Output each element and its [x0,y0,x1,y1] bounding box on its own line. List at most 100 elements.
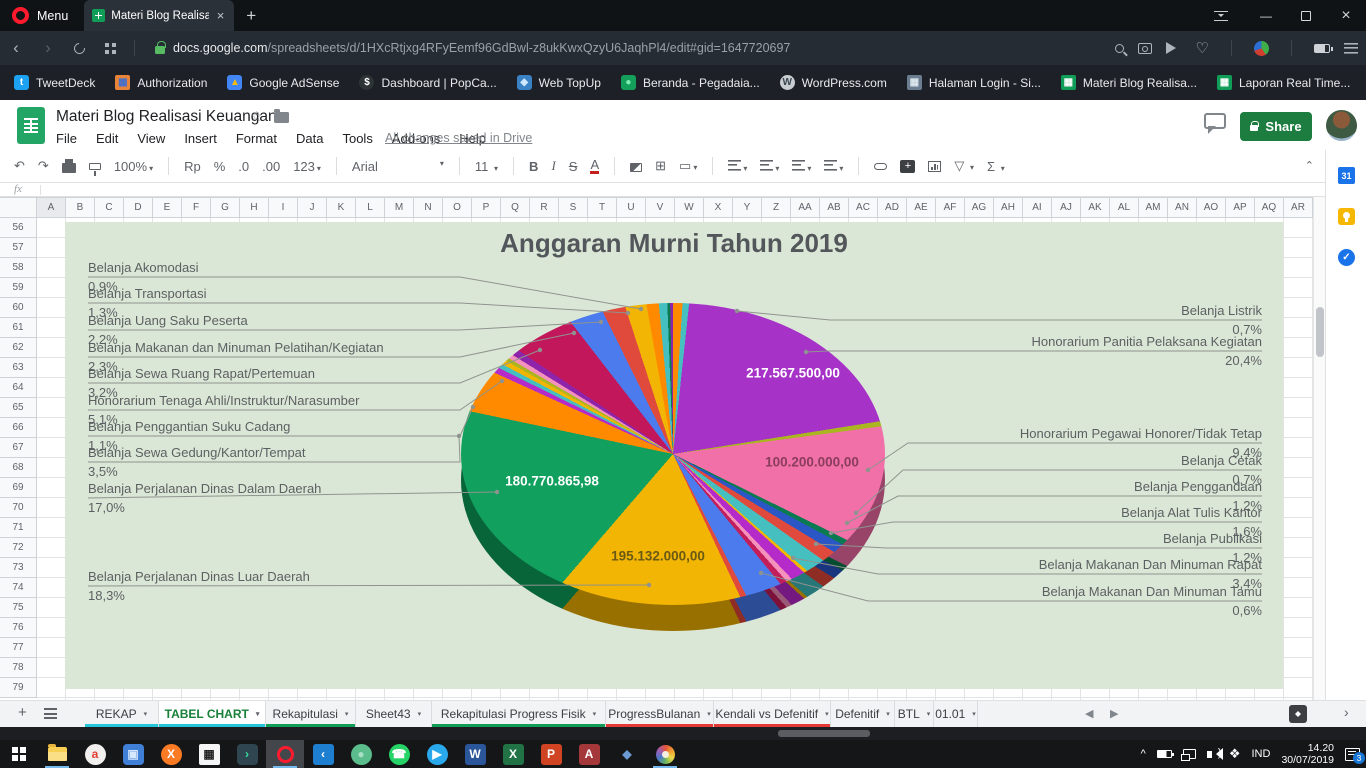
column-header-AJ[interactable]: AJ [1052,197,1081,218]
column-header-R[interactable]: R [530,197,559,218]
row-header-67[interactable]: 67 [0,438,37,458]
column-header-P[interactable]: P [472,197,501,218]
taskbar-virtualbox[interactable]: ◆ [608,740,646,768]
text-wrap-icon[interactable]: ▾ [792,159,811,174]
bold-button[interactable]: B [529,159,538,174]
keep-icon[interactable] [1338,208,1355,225]
bookmark-heart-icon[interactable]: ♡ [1196,39,1209,57]
taskbar-telegram[interactable]: ▶ [418,740,456,768]
column-header-AB[interactable]: AB [820,197,849,218]
column-header-H[interactable]: H [240,197,269,218]
row-header-69[interactable]: 69 [0,478,37,498]
column-header-AK[interactable]: AK [1081,197,1110,218]
row-header-63[interactable]: 63 [0,358,37,378]
bookmark-item[interactable]: tTweetDeck [14,75,95,90]
menu-view[interactable]: View [137,131,165,146]
decrease-decimal-button[interactable]: .0 [238,159,249,174]
row-header-75[interactable]: 75 [0,598,37,618]
star-icon[interactable]: ☆ [250,108,263,125]
forward-icon[interactable]: › [32,38,64,58]
sheet-tab-defenitif[interactable]: Defenitif▾ [831,701,895,727]
borders-icon[interactable]: ⊞ [655,158,666,174]
column-header-E[interactable]: E [153,197,182,218]
menu-tools[interactable]: Tools [342,131,372,146]
taskbar-opera[interactable] [266,740,304,768]
taskbar-file-explorer[interactable] [38,740,76,768]
sheet-tab-tabel-chart[interactable]: TABEL CHART▾ [159,701,266,727]
speaker-icon[interactable] [1207,751,1212,758]
column-header-AG[interactable]: AG [965,197,994,218]
horizontal-align-icon[interactable]: ▾ [728,159,747,174]
close-button[interactable]: × [1326,7,1366,25]
language-indicator[interactable]: IND [1251,748,1270,760]
formula-bar[interactable]: fx [0,183,1325,197]
menu-data[interactable]: Data [296,131,323,146]
bookmark-item[interactable]: $Dashboard | PopCa... [359,75,496,90]
bookmark-item[interactable]: ▦Halaman Login - Si... [907,75,1041,90]
tab-menu-icon[interactable] [1214,11,1228,21]
sheet-tab-progressbulanan[interactable]: ProgressBulanan▾ [606,701,714,727]
save-status[interactable]: All changes saved in Drive [385,131,532,145]
column-header-AQ[interactable]: AQ [1255,197,1284,218]
move-folder-icon[interactable] [274,112,289,123]
opera-menu-label[interactable]: Menu [37,9,68,23]
row-header-73[interactable]: 73 [0,558,37,578]
row-header-57[interactable]: 57 [0,238,37,258]
column-header-J[interactable]: J [298,197,327,218]
add-sheet-button[interactable]: + [18,704,27,721]
taskbar-vscode[interactable]: ‹ [304,740,342,768]
column-header-N[interactable]: N [414,197,443,218]
column-header-K[interactable]: K [327,197,356,218]
undo-icon[interactable]: ↶ [14,158,25,174]
insert-comment-icon[interactable]: + [900,160,915,173]
column-header-O[interactable]: O [443,197,472,218]
flow-send-icon[interactable] [1166,42,1182,54]
back-icon[interactable]: ‹ [0,38,32,58]
row-header-62[interactable]: 62 [0,338,37,358]
column-header-G[interactable]: G [211,197,240,218]
row-header-76[interactable]: 76 [0,618,37,638]
toolbar-collapse-icon[interactable]: ⌃ [1305,159,1314,172]
column-header-I[interactable]: I [269,197,298,218]
column-header-Z[interactable]: Z [762,197,791,218]
taskbar-excel[interactable]: X [494,740,532,768]
dropbox-icon[interactable]: ❖ [1229,746,1241,762]
menu-insert[interactable]: Insert [184,131,217,146]
sheet-tab-rekapitulasi[interactable]: Rekapitulasi▾ [266,701,356,727]
sheet-tab-rekap[interactable]: REKAP▾ [85,701,159,727]
battery-saver-icon[interactable] [1314,44,1330,53]
taskbar-access[interactable]: A [570,740,608,768]
row-header-77[interactable]: 77 [0,638,37,658]
column-header-Q[interactable]: Q [501,197,530,218]
sheet-tab-rekapitulasi-progress-fisik[interactable]: Rekapitulasi Progress Fisik▾ [432,701,606,727]
horizontal-scroll-thumb[interactable] [778,730,870,737]
sheet-tab-kendali-vs-defenitif[interactable]: Kendali vs Defenitif▾ [714,701,831,727]
document-title[interactable]: Materi Blog Realisasi Keuangan [56,108,277,126]
column-header-AN[interactable]: AN [1168,197,1197,218]
tabs-scroll-left-icon[interactable]: ◀ [1085,707,1093,720]
column-header-AF[interactable]: AF [936,197,965,218]
filter-icon[interactable]: ▽ ▾ [954,158,974,174]
vertical-align-icon[interactable]: ▾ [760,159,779,174]
row-header-74[interactable]: 74 [0,578,37,598]
strikethrough-button[interactable]: S [569,159,578,174]
column-header-B[interactable]: B [66,197,95,218]
column-header-C[interactable]: C [95,197,124,218]
column-header-X[interactable]: X [704,197,733,218]
row-header-61[interactable]: 61 [0,318,37,338]
row-header-60[interactable]: 60 [0,298,37,318]
select-all-corner[interactable] [0,197,37,218]
taskbar-whatsapp[interactable]: ☎ [380,740,418,768]
menu-file[interactable]: File [56,131,77,146]
panel-chevron-icon[interactable]: › [1344,704,1349,720]
row-header-78[interactable]: 78 [0,658,37,678]
maximize-button[interactable] [1286,11,1326,21]
format-percent-button[interactable]: % [214,159,226,174]
column-header-M[interactable]: M [385,197,414,218]
zoom-select[interactable]: 100%▾ [114,159,153,174]
row-header-71[interactable]: 71 [0,518,37,538]
bookmark-item[interactable]: ▲Google AdSense [227,75,339,90]
column-header-W[interactable]: W [675,197,704,218]
browser-tab[interactable]: Materi Blog Realisasi Keuan × [84,0,234,31]
row-header-58[interactable]: 58 [0,258,37,278]
